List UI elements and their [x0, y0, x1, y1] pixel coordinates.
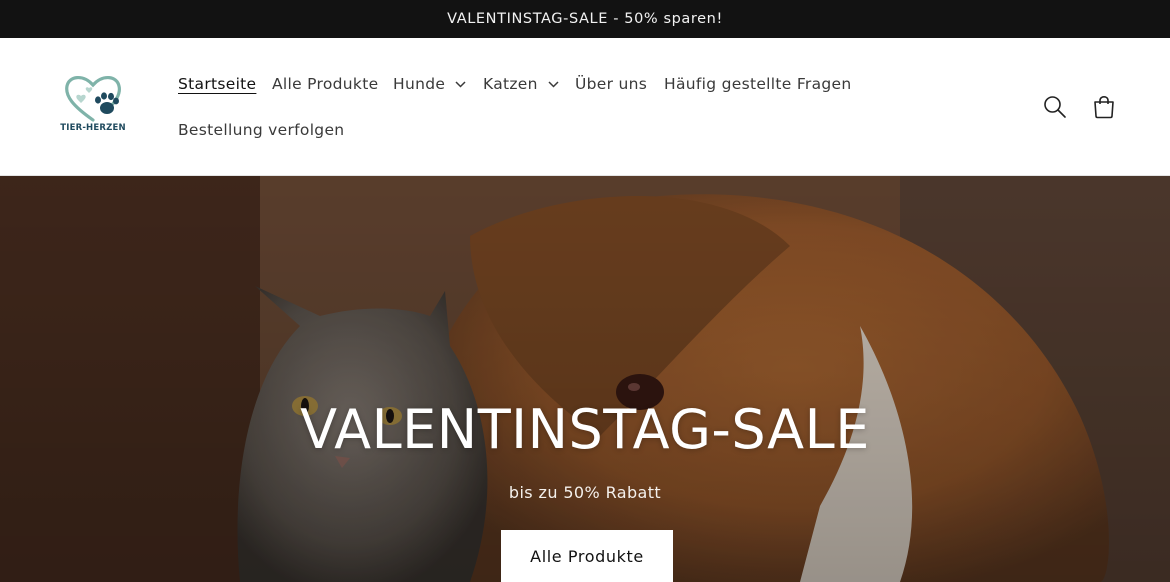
nav-item-ueber-uns[interactable]: Über uns [575, 75, 647, 93]
nav-item-label: Katzen [483, 75, 538, 93]
chevron-down-icon [548, 80, 559, 88]
hero-banner: VALENTINSTAG-SALE bis zu 50% Rabatt Alle… [0, 176, 1170, 582]
site-header: TIER-HERZEN Startseite Alle Produkte Hun… [0, 38, 1170, 176]
cart-button[interactable] [1089, 92, 1119, 122]
nav-item-bestellung-verfolgen[interactable]: Bestellung verfolgen [178, 121, 344, 139]
hero-subtitle: bis zu 50% Rabatt [508, 483, 662, 502]
logo[interactable]: TIER-HERZEN [56, 72, 130, 138]
nav-item-label: Bestellung verfolgen [178, 121, 345, 139]
nav-item-label: Häufig gestellte Fragen [664, 75, 852, 93]
cart-icon [1094, 95, 1114, 119]
nav-item-katzen[interactable]: Katzen [483, 75, 559, 93]
nav-item-label: Über uns [575, 75, 648, 93]
nav-item-hunde[interactable]: Hunde [393, 75, 466, 93]
hero-image [0, 176, 1170, 582]
nav-item-alle-produkte[interactable]: Alle Produkte [272, 75, 378, 93]
announcement-bar: VALENTINSTAG-SALE - 50% sparen! [0, 0, 1170, 38]
announcement-text: VALENTINSTAG-SALE - 50% sparen! [447, 11, 723, 27]
search-button[interactable] [1040, 92, 1070, 122]
nav-item-label: Alle Produkte [272, 75, 379, 93]
nav-item-startseite[interactable]: Startseite [178, 75, 256, 93]
heart-paw-logo-icon [65, 76, 121, 122]
search-icon [1044, 96, 1066, 118]
hero-title: VALENTINSTAG-SALE [300, 398, 870, 461]
logo-text: TIER-HERZEN [60, 123, 126, 133]
nav-item-faq[interactable]: Häufig gestellte Fragen [664, 75, 851, 93]
nav-item-label: Startseite [178, 75, 257, 93]
nav-item-label: Hunde [393, 75, 446, 93]
chevron-down-icon [455, 80, 466, 88]
hero-cta-button[interactable]: Alle Produkte [501, 530, 673, 582]
